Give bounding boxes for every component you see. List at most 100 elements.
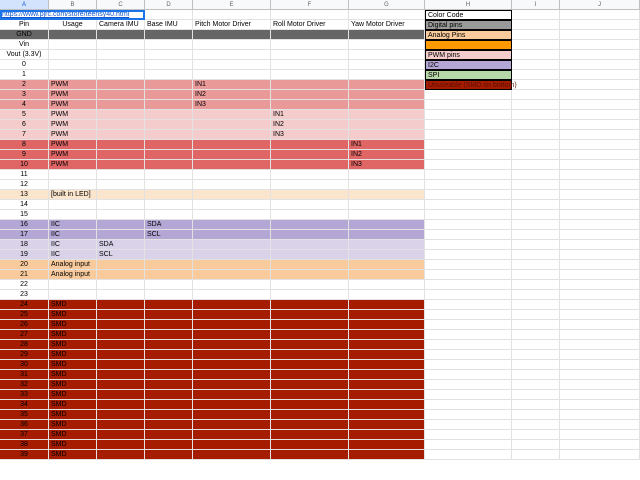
legend-item[interactable]: Unuseable (SMD on bottom) — [425, 80, 517, 90]
grid-cell[interactable] — [425, 180, 512, 190]
usage-cell[interactable]: [built in LED] — [49, 190, 97, 200]
pin-cell[interactable]: 17 — [0, 230, 49, 240]
pin-cell[interactable]: 4 — [0, 100, 49, 110]
base-imu-cell[interactable] — [145, 360, 193, 370]
pin-cell[interactable]: 27 — [0, 330, 49, 340]
camera-imu-cell[interactable] — [97, 180, 145, 190]
pitch-motor-cell[interactable] — [193, 70, 271, 80]
base-imu-cell[interactable] — [145, 260, 193, 270]
base-imu-cell[interactable] — [145, 310, 193, 320]
camera-imu-cell[interactable] — [97, 140, 145, 150]
camera-imu-header[interactable]: Camera IMU — [97, 20, 145, 30]
yaw-motor-cell[interactable] — [349, 380, 425, 390]
base-imu-cell[interactable] — [145, 180, 193, 190]
pin-cell[interactable]: 3 — [0, 90, 49, 100]
grid-cell[interactable] — [425, 200, 512, 210]
usage-cell[interactable]: PWM — [49, 90, 97, 100]
camera-imu-cell[interactable] — [97, 440, 145, 450]
grid-cell[interactable] — [560, 90, 640, 100]
grid-cell[interactable] — [560, 420, 640, 430]
yaw-motor-cell[interactable] — [349, 290, 425, 300]
camera-imu-cell[interactable] — [97, 170, 145, 180]
camera-imu-cell[interactable] — [97, 340, 145, 350]
pitch-motor-cell[interactable] — [193, 180, 271, 190]
roll-motor-cell[interactable] — [271, 30, 349, 40]
yaw-motor-cell[interactable] — [349, 170, 425, 180]
grid-cell[interactable] — [512, 380, 560, 390]
pitch-motor-cell[interactable] — [193, 120, 271, 130]
base-imu-cell[interactable] — [145, 160, 193, 170]
base-imu-cell[interactable] — [145, 270, 193, 280]
grid-cell[interactable] — [425, 420, 512, 430]
grid-cell[interactable] — [512, 410, 560, 420]
grid-cell[interactable] — [425, 430, 512, 440]
column-header-i[interactable]: I — [512, 0, 560, 10]
yaw-motor-cell[interactable] — [349, 270, 425, 280]
camera-imu-cell[interactable] — [97, 60, 145, 70]
usage-cell[interactable]: IIC — [49, 250, 97, 260]
grid-cell[interactable] — [560, 170, 640, 180]
yaw-motor-cell[interactable] — [349, 230, 425, 240]
grid-cell[interactable] — [512, 310, 560, 320]
grid-cell[interactable] — [560, 360, 640, 370]
grid-cell[interactable] — [425, 310, 512, 320]
base-imu-cell[interactable] — [145, 150, 193, 160]
roll-motor-cell[interactable] — [271, 70, 349, 80]
grid-cell[interactable] — [425, 390, 512, 400]
roll-motor-header[interactable]: Roll Motor Driver — [271, 20, 349, 30]
yaw-motor-cell[interactable] — [349, 240, 425, 250]
grid-cell[interactable] — [560, 120, 640, 130]
pin-cell[interactable]: 14 — [0, 200, 49, 210]
grid-cell[interactable] — [512, 200, 560, 210]
roll-motor-cell[interactable] — [271, 160, 349, 170]
grid-cell[interactable] — [425, 100, 512, 110]
pitch-motor-cell[interactable] — [193, 250, 271, 260]
pin-cell[interactable]: 9 — [0, 150, 49, 160]
grid-cell[interactable] — [560, 370, 640, 380]
pin-cell[interactable]: 26 — [0, 320, 49, 330]
grid-cell[interactable] — [560, 390, 640, 400]
column-header-h[interactable]: H — [425, 0, 512, 10]
usage-cell[interactable] — [49, 30, 97, 40]
grid-cell[interactable] — [425, 350, 512, 360]
pitch-motor-header[interactable]: Pitch Motor Driver — [193, 20, 271, 30]
grid-cell[interactable] — [425, 110, 512, 120]
usage-cell[interactable] — [49, 210, 97, 220]
yaw-motor-cell[interactable] — [349, 40, 425, 50]
roll-motor-cell[interactable] — [271, 80, 349, 90]
grid-cell[interactable] — [560, 280, 640, 290]
grid-cell[interactable] — [425, 360, 512, 370]
base-imu-cell[interactable] — [145, 210, 193, 220]
camera-imu-cell[interactable] — [97, 420, 145, 430]
usage-cell[interactable] — [49, 170, 97, 180]
roll-motor-cell[interactable]: IN1 — [271, 110, 349, 120]
grid-cell[interactable] — [560, 160, 640, 170]
yaw-motor-cell[interactable] — [349, 250, 425, 260]
grid-cell[interactable] — [512, 370, 560, 380]
grid-cell[interactable] — [560, 350, 640, 360]
pin-cell[interactable]: 23 — [0, 290, 49, 300]
roll-motor-cell[interactable]: IN3 — [271, 130, 349, 140]
grid-cell[interactable] — [425, 160, 512, 170]
camera-imu-cell[interactable] — [97, 160, 145, 170]
grid-cell[interactable] — [512, 440, 560, 450]
pitch-motor-cell[interactable] — [193, 450, 271, 460]
base-imu-cell[interactable] — [145, 60, 193, 70]
grid-cell[interactable] — [512, 290, 560, 300]
pin-cell[interactable]: GND — [0, 30, 49, 40]
roll-motor-cell[interactable] — [271, 330, 349, 340]
column-header-a[interactable]: A — [0, 0, 49, 10]
usage-cell[interactable]: SMD — [49, 340, 97, 350]
camera-imu-cell[interactable] — [97, 290, 145, 300]
pitch-motor-cell[interactable] — [193, 380, 271, 390]
grid-cell[interactable] — [560, 260, 640, 270]
base-imu-cell[interactable] — [145, 280, 193, 290]
grid-cell[interactable] — [560, 110, 640, 120]
base-imu-cell[interactable]: SCL — [145, 230, 193, 240]
camera-imu-cell[interactable] — [97, 110, 145, 120]
base-imu-cell[interactable] — [145, 200, 193, 210]
grid-cell[interactable] — [425, 260, 512, 270]
pitch-motor-cell[interactable] — [193, 390, 271, 400]
usage-cell[interactable]: SMD — [49, 430, 97, 440]
pin-header[interactable]: Pin — [0, 20, 49, 30]
